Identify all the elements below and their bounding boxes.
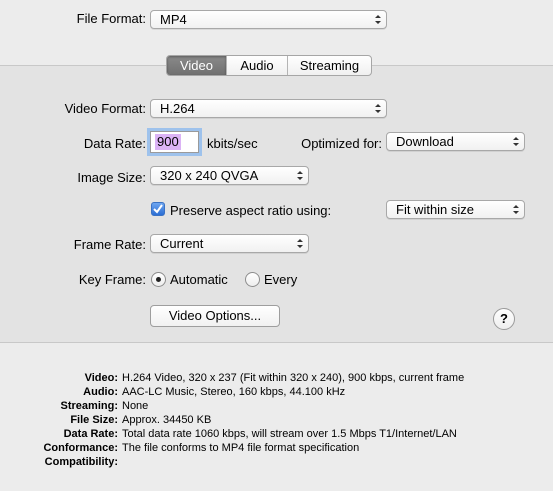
summary-row: Audio: AAC-LC Music, Stereo, 160 kbps, 4…	[0, 385, 553, 399]
summary-key: Video:	[84, 372, 118, 384]
popup-arrows-icon	[375, 15, 381, 24]
summary-row: Data Rate: Total data rate 1060 kbps, wi…	[0, 427, 553, 441]
optimized-for-label: Optimized for:	[301, 136, 382, 151]
checkmark-icon	[153, 204, 163, 214]
popup-arrows-icon	[297, 171, 303, 180]
summary-value: H.264 Video, 320 x 237 (Fit within 320 x…	[122, 372, 465, 384]
image-size-popup[interactable]: 320 x 240 QVGA	[150, 166, 309, 185]
tab-audio[interactable]: Audio	[226, 56, 287, 75]
key-frame-every-label: Every	[264, 272, 298, 287]
summary-key: File Size:	[70, 414, 118, 426]
summary-key: Conformance:	[43, 442, 118, 454]
summary-value: The file conforms to MP4 file format spe…	[122, 442, 360, 454]
video-format-popup[interactable]: H.264	[150, 99, 387, 118]
optimized-for-value: Download	[396, 134, 454, 149]
summary-key: Data Rate:	[63, 428, 118, 440]
tab-video[interactable]: Video	[167, 56, 226, 75]
file-format-value: MP4	[160, 12, 187, 27]
summary-row: Streaming: None	[0, 399, 553, 413]
popup-arrows-icon	[375, 104, 381, 113]
popup-arrows-icon	[513, 137, 519, 146]
image-size-label: Image Size:	[77, 170, 146, 185]
tab-streaming[interactable]: Streaming	[287, 56, 371, 75]
data-rate-unit: kbits/sec	[207, 136, 258, 151]
image-size-value: 320 x 240 QVGA	[160, 168, 259, 183]
frame-rate-popup[interactable]: Current	[150, 234, 309, 253]
summary-row: Conformance: The file conforms to MP4 fi…	[0, 441, 553, 455]
key-frame-automatic-label: Automatic	[170, 272, 228, 287]
summary-value: Approx. 34450 KB	[122, 414, 212, 426]
file-format-popup[interactable]: MP4	[150, 10, 387, 29]
key-frame-every-radio[interactable]	[245, 272, 260, 287]
summary-key: Compatibility:	[44, 456, 118, 468]
video-format-value: H.264	[160, 101, 195, 116]
key-frame-label: Key Frame:	[78, 272, 146, 287]
summary-value: None	[122, 400, 149, 412]
summary-row: Video: H.264 Video, 320 x 237 (Fit withi…	[0, 371, 553, 385]
preserve-method-popup[interactable]: Fit within size	[386, 200, 525, 219]
file-format-label: File Format:	[76, 11, 146, 26]
summary-key: Audio:	[83, 386, 118, 398]
data-rate-label: Data Rate:	[83, 136, 146, 151]
data-rate-field[interactable]: 900	[150, 131, 199, 153]
popup-arrows-icon	[297, 239, 303, 248]
summary-row: File Size: Approx. 34450 KB	[0, 413, 553, 427]
frame-rate-label: Frame Rate:	[73, 237, 146, 252]
popup-arrows-icon	[513, 205, 519, 214]
preserve-aspect-label: Preserve aspect ratio using:	[170, 203, 332, 218]
summary-row: Compatibility:	[0, 455, 553, 469]
tab-bar: Video Audio Streaming	[166, 55, 372, 76]
summary-value: AAC-LC Music, Stereo, 160 kbps, 44.100 k…	[122, 386, 346, 398]
data-rate-value: 900	[155, 134, 181, 150]
optimized-for-popup[interactable]: Download	[386, 132, 525, 151]
summary-panel: Video: H.264 Video, 320 x 237 (Fit withi…	[0, 371, 553, 469]
video-format-label: Video Format:	[64, 101, 146, 116]
preserve-method-value: Fit within size	[396, 202, 475, 217]
summary-key: Streaming:	[60, 400, 118, 412]
summary-value: Total data rate 1060 kbps, will stream o…	[122, 428, 457, 440]
video-options-button[interactable]: Video Options...	[150, 305, 280, 327]
preserve-aspect-checkbox[interactable]	[151, 202, 165, 216]
help-button[interactable]: ?	[493, 308, 515, 330]
key-frame-automatic-radio[interactable]	[151, 272, 166, 287]
frame-rate-value: Current	[160, 236, 204, 251]
